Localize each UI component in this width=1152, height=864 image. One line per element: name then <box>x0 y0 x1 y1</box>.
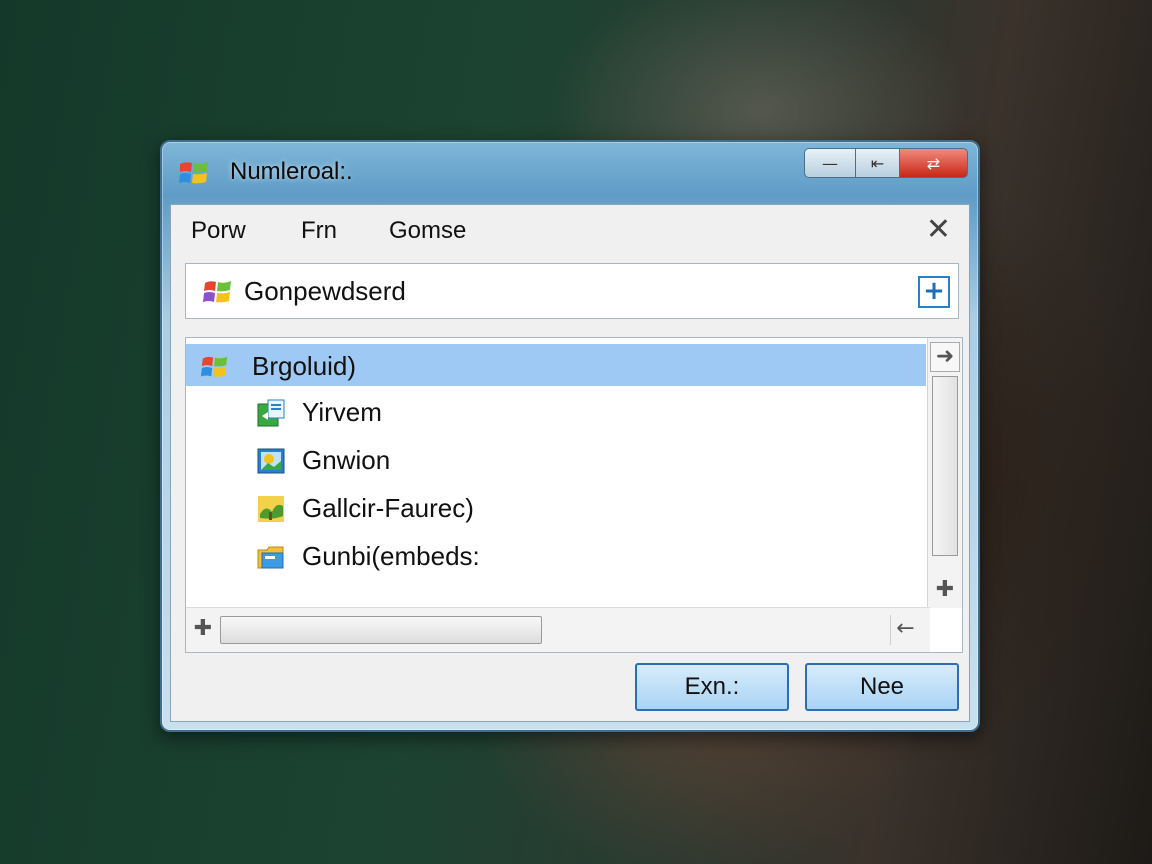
vertical-scroll-thumb[interactable] <box>932 376 958 556</box>
dialog-window: Numleroal:. — ⇤ ⇄ Porw Frn Gomse ✕ Gonpe… <box>160 140 980 732</box>
close-icon[interactable]: ✕ <box>926 215 951 245</box>
menu-item-frn[interactable]: Frn <box>301 217 337 245</box>
window-title: Numleroal:. <box>230 158 353 185</box>
vertical-scrollbar[interactable]: ➜ ✚ <box>927 338 962 608</box>
tree-icon <box>258 496 284 522</box>
restore-button[interactable]: ⇤ <box>856 148 900 178</box>
add-button[interactable]: + <box>918 276 950 308</box>
horizontal-scrollbar[interactable]: ✚ ← <box>186 607 930 652</box>
title-bar[interactable]: Numleroal:. — ⇤ ⇄ <box>162 142 978 204</box>
list-item[interactable]: Gnwion <box>186 438 926 480</box>
item-list[interactable]: Brgoluid) Yirvem Gnwion Gallcir-Faurec) … <box>185 337 963 653</box>
list-item-label: Gallcir-Faurec) <box>302 493 474 523</box>
list-item[interactable]: Yirvem <box>186 390 926 432</box>
menu-bar: Porw Frn Gomse ✕ <box>171 205 969 257</box>
dialog-client-area: Porw Frn Gomse ✕ Gonpewdserd + Brgoluid)… <box>170 204 970 722</box>
windows-flag-icon <box>203 281 231 303</box>
list-item-label: Yirvem <box>302 397 382 427</box>
path-field[interactable]: Gonpewdserd + <box>185 263 959 319</box>
list-item-label: Gnwion <box>302 445 391 475</box>
minimize-button[interactable]: — <box>804 148 856 178</box>
picture-icon <box>257 448 285 474</box>
primary-button[interactable]: Exn.: <box>635 663 789 711</box>
path-value: Gonpewdserd <box>244 276 406 306</box>
scroll-right-arrow-icon[interactable]: ← <box>890 615 920 645</box>
list-item[interactable]: Brgoluid) <box>186 344 926 386</box>
scroll-down-arrow-icon[interactable]: ✚ <box>930 576 960 606</box>
windows-flag-icon <box>200 356 228 377</box>
menu-item-porw[interactable]: Porw <box>191 217 246 245</box>
caption-buttons: — ⇤ ⇄ <box>804 148 968 178</box>
folder-icon <box>257 546 284 569</box>
horizontal-scroll-thumb[interactable] <box>220 616 542 644</box>
secondary-button[interactable]: Nee <box>805 663 959 711</box>
scroll-left-arrow-icon[interactable]: ✚ <box>188 615 218 645</box>
list-item-label: Brgoluid) <box>252 351 357 381</box>
windows-flag-icon <box>179 162 208 184</box>
list-item[interactable]: Gallcir-Faurec) <box>186 486 926 528</box>
menu-item-gomse[interactable]: Gomse <box>389 217 466 245</box>
scroll-up-arrow-icon[interactable]: ➜ <box>930 342 960 372</box>
green-document-icon <box>257 399 285 427</box>
list-item[interactable]: Gunbi(embeds: <box>186 534 926 576</box>
list-item-label: Gunbi(embeds: <box>302 541 480 571</box>
close-window-button[interactable]: ⇄ <box>900 148 968 178</box>
